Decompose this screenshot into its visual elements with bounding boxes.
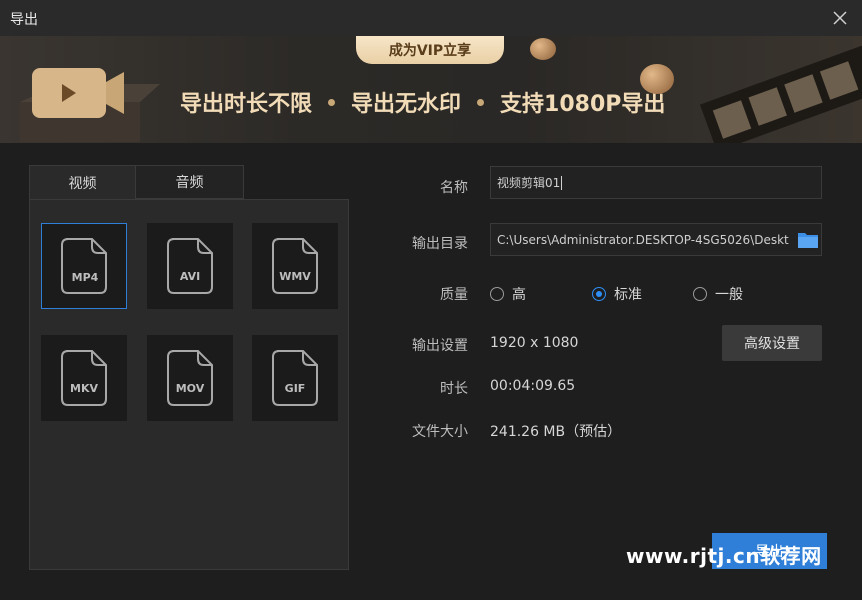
radio-selected-icon [592,287,606,301]
advanced-settings-button[interactable]: 高级设置 [722,325,822,361]
name-input-value: 视频剪辑01 [497,176,561,190]
format-label: MKV [70,382,98,395]
format-mp4[interactable]: MP4 [41,223,127,309]
quality-normal-label: 一般 [715,287,743,303]
file-icon [167,350,213,406]
filesize-value: 241.26 MB（预估） [490,424,622,440]
text-cursor [561,175,563,190]
tab-audio[interactable]: 音频 [136,165,244,199]
feature-1080p: 支持1080P导出 [500,92,666,117]
feature-unlimited-length: 导出时长不限 [180,92,313,117]
name-label: 名称 [440,180,468,196]
separator-dot [477,98,485,106]
file-icon [61,238,107,294]
radio-icon [693,287,707,301]
quality-standard-radio[interactable]: 标准 [592,284,642,304]
format-label: MP4 [71,271,99,284]
format-label: WMV [279,270,311,283]
file-icon [272,238,318,294]
format-grid: MP4 AVI WMV MKV MOV GIF [29,199,349,570]
close-icon [833,11,847,25]
format-label: GIF [284,382,306,395]
film-reel-icon [692,39,862,143]
folder-browse-button[interactable] [797,230,819,250]
quality-high-label: 高 [512,287,526,303]
format-panel: 视频 音频 MP4 AVI WMV MKV MOV GIF [29,165,349,570]
file-icon [167,238,213,294]
name-input[interactable]: 视频剪辑01 [490,166,822,199]
duration-label: 时长 [440,381,468,397]
separator-dot [328,98,336,106]
vip-slogan: 导出时长不限 导出无水印 支持1080P导出 [180,86,665,118]
video-camera-icon [20,64,160,143]
output-settings-value: 1920 x 1080 [490,335,579,351]
quality-normal-radio[interactable]: 一般 [693,284,743,304]
feature-no-watermark: 导出无水印 [351,92,462,117]
folder-icon [798,233,818,248]
tab-video[interactable]: 视频 [29,165,136,199]
output-settings-label: 输出设置 [412,338,468,354]
quality-standard-label: 标准 [614,287,642,303]
vip-banner[interactable]: 成为VIP立享 导出时长不限 导出无水印 支持1080P导出 [0,36,862,143]
file-icon [272,350,318,406]
window-title: 导出 [10,12,38,28]
media-tabs: 视频 音频 [29,165,244,199]
vip-tab[interactable]: 成为VIP立享 [356,36,504,64]
close-button[interactable] [828,6,852,30]
site-watermark: www.rjtj.cn软荐网 [626,544,822,568]
format-mkv[interactable]: MKV [41,335,127,421]
quality-label: 质量 [440,287,468,303]
coin-decoration [530,38,556,60]
radio-icon [490,287,504,301]
duration-value: 00:04:09.65 [490,378,576,394]
output-dir-input[interactable]: C:\Users\Administrator.DESKTOP-4SG5026\D… [490,223,822,256]
format-gif[interactable]: GIF [252,335,338,421]
format-label: MOV [175,382,205,395]
coin-decoration [640,64,674,94]
format-mov[interactable]: MOV [147,335,233,421]
format-avi[interactable]: AVI [147,223,233,309]
quality-high-radio[interactable]: 高 [490,284,526,304]
format-wmv[interactable]: WMV [252,223,338,309]
file-icon [61,350,107,406]
title-bar: 导出 [0,0,862,37]
filesize-label: 文件大小 [412,424,468,440]
format-label: AVI [179,270,201,283]
output-dir-label: 输出目录 [412,236,468,252]
output-dir-value: C:\Users\Administrator.DESKTOP-4SG5026\D… [497,232,789,247]
